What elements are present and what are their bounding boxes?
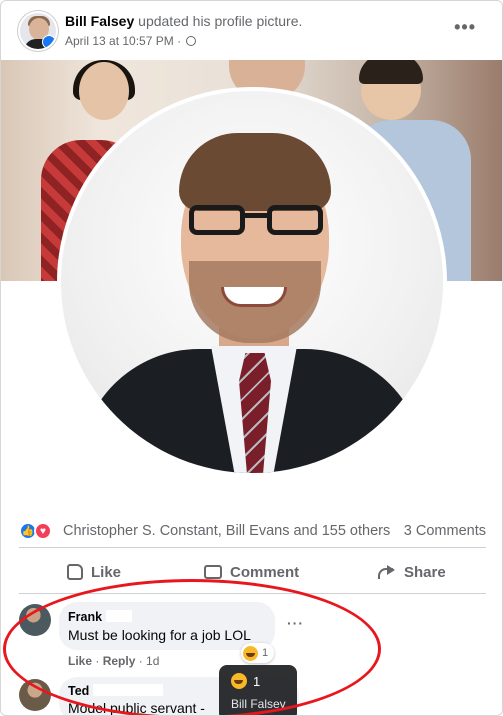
more-icon[interactable]: ••• (454, 17, 476, 38)
divider (19, 547, 486, 548)
share-button[interactable]: Share (376, 559, 446, 585)
meta-separator: · (177, 34, 182, 48)
like-button[interactable]: Like (67, 559, 121, 585)
post-headline: Bill Falsey updated his profile picture. (65, 13, 302, 29)
annotation-oval (3, 579, 381, 715)
comments-count[interactable]: 3 Comments (404, 523, 486, 539)
share-icon (376, 563, 396, 581)
comment-button-label: Comment (230, 563, 300, 581)
reactions-summary: 👍 ♥ Christopher S. Constant, Bill Evans … (1, 516, 502, 546)
thumbs-up-icon (67, 564, 83, 580)
author-avatar[interactable] (18, 11, 58, 51)
share-button-label: Share (404, 563, 446, 581)
love-reaction-icon[interactable]: ♥ (34, 522, 52, 540)
post-meta: April 13 at 10:57 PM · (65, 34, 197, 48)
post-action-text: updated his profile picture. (138, 13, 303, 29)
profile-picture[interactable] (57, 87, 447, 477)
globe-icon (186, 36, 197, 46)
post-card: Bill Falsey updated his profile picture.… (0, 0, 503, 716)
post-timestamp[interactable]: April 13 at 10:57 PM (65, 34, 174, 48)
author-name-link[interactable]: Bill Falsey (65, 13, 134, 29)
comment-icon (204, 565, 222, 579)
like-button-label: Like (91, 563, 122, 581)
post-header: Bill Falsey updated his profile picture.… (1, 1, 502, 59)
reaction-names[interactable]: Christopher S. Constant, Bill Evans and … (63, 523, 390, 539)
